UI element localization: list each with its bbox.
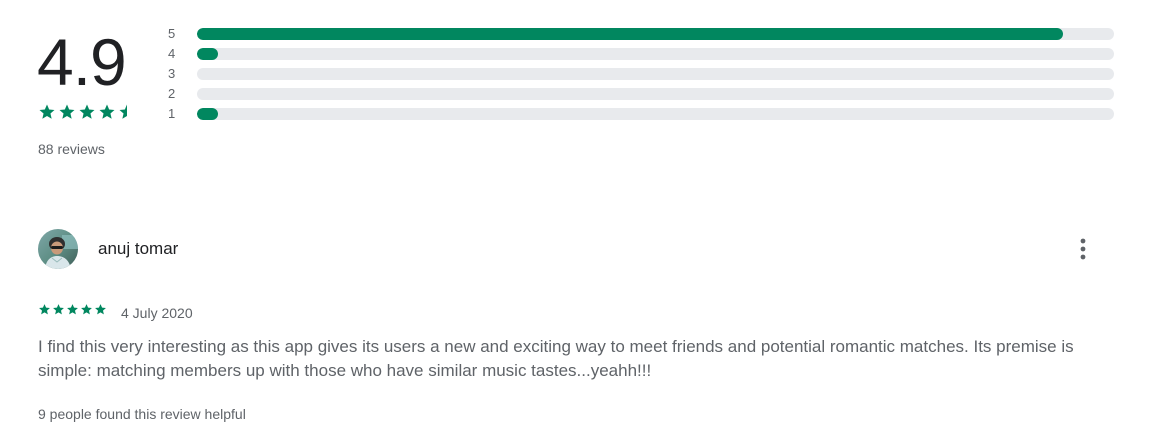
- rating-bar-fill: [197, 28, 1063, 40]
- star-icon: [53, 304, 64, 315]
- review-text: I find this very interesting as this app…: [38, 337, 1074, 380]
- rating-bar-label: 2: [168, 86, 176, 101]
- rating-bar-fill: [197, 108, 219, 120]
- average-rating: 4.9: [37, 25, 127, 99]
- rating-bar-label: 1: [168, 106, 176, 121]
- rating-bar-label: 5: [168, 26, 176, 41]
- rating-bar-row: 4: [164, 44, 1114, 64]
- star-icon: [59, 104, 75, 119]
- star-icon: [39, 104, 55, 119]
- rating-bar-row: 5: [164, 24, 1114, 44]
- rating-bar-track: [197, 28, 1114, 40]
- ratings-and-reviews: 4.9 88 reviews 5 4 3 2 1 anuj tomar 4 July 2…: [0, 0, 1152, 435]
- rating-bar-label: 3: [168, 66, 176, 81]
- star-icon: [39, 304, 50, 315]
- rating-distribution: 5 4 3 2 1: [164, 24, 1114, 124]
- reviewer-name: anuj tomar: [98, 239, 179, 258]
- rating-bar-fill: [197, 48, 219, 60]
- star-icon: [67, 304, 78, 315]
- review-menu-button[interactable]: [1066, 232, 1100, 266]
- review-stars: [38, 303, 107, 316]
- star-icon: [79, 104, 95, 119]
- reviews-count: 88 reviews: [38, 141, 105, 157]
- average-stars: [38, 103, 136, 123]
- rating-bar-track: [197, 68, 1114, 80]
- star-icon: [99, 104, 115, 119]
- star-icon: [81, 304, 92, 315]
- helpful-count: 9 people found this review helpful: [38, 406, 246, 422]
- review-date: 4 July 2020: [121, 305, 193, 321]
- rating-bar-track: [197, 88, 1114, 100]
- rating-bar-row: 2: [164, 84, 1114, 104]
- star-icon: [119, 104, 127, 119]
- reviewer-avatar: [38, 229, 78, 269]
- rating-bar-track: [197, 108, 1114, 120]
- more-vert-icon: [1080, 238, 1086, 260]
- star-icon: [95, 304, 106, 315]
- rating-bar-row: 3: [164, 64, 1114, 84]
- rating-bar-row: 1: [164, 104, 1114, 124]
- rating-bar-track: [197, 48, 1114, 60]
- user-avatar-photo: [38, 229, 78, 269]
- rating-bar-label: 4: [168, 46, 176, 61]
